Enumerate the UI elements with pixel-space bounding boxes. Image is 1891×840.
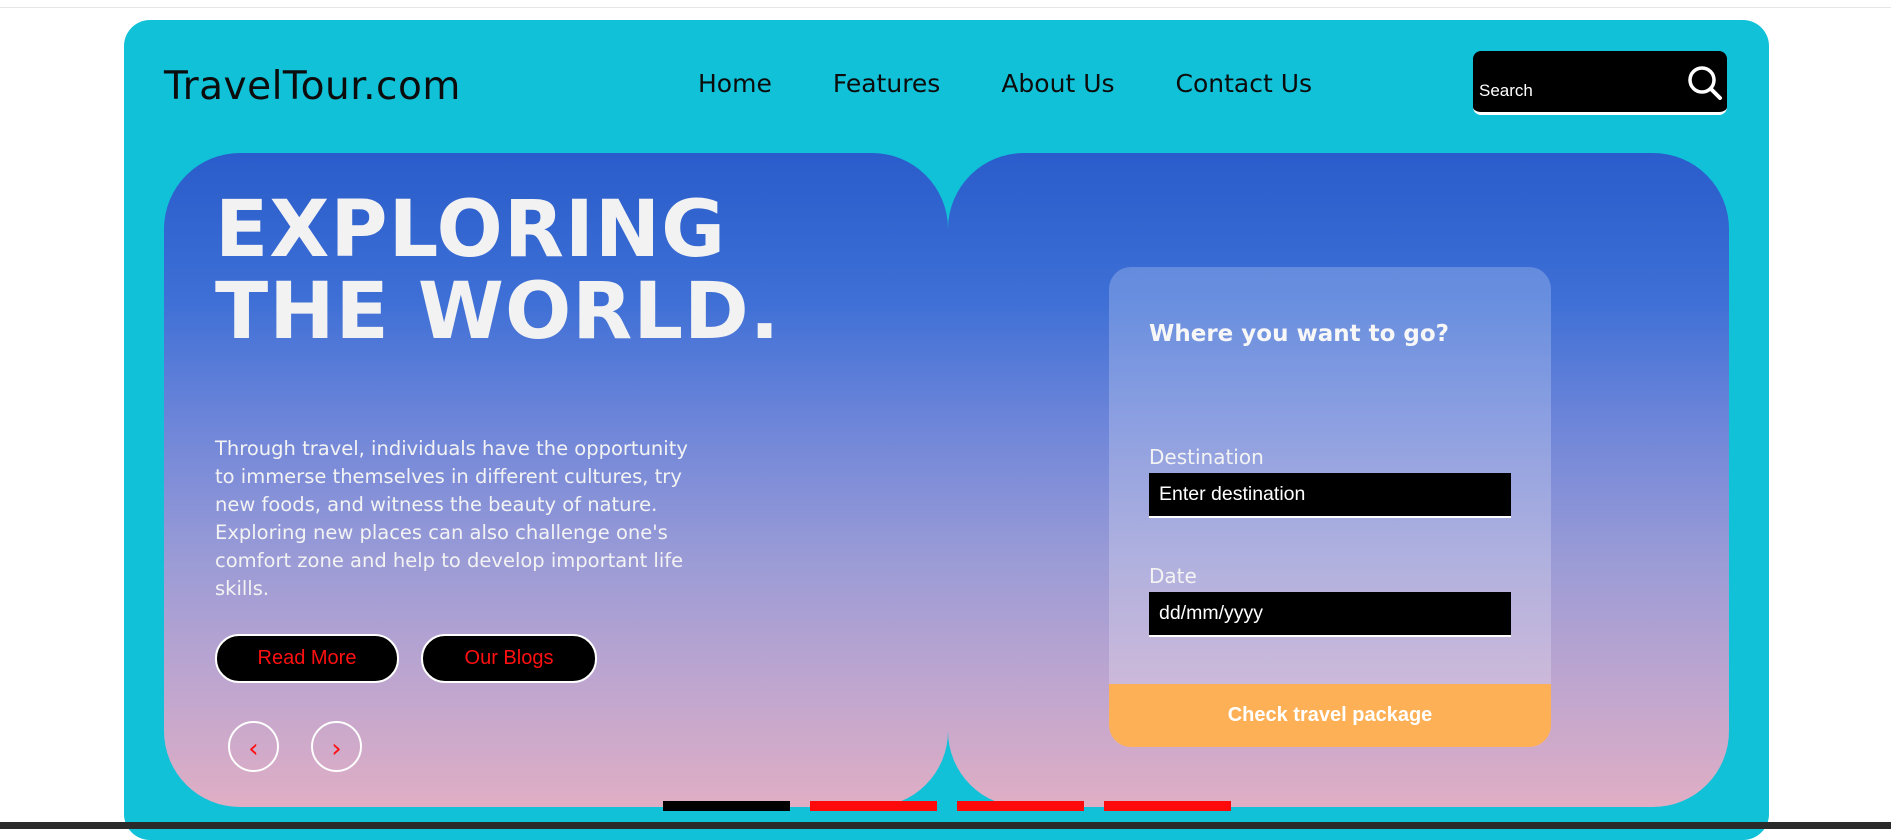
- search-box: [1473, 51, 1727, 115]
- hero-title-line-2: THE WORLD.: [215, 267, 781, 357]
- hero-title-line-1: EXPLORING: [215, 185, 727, 275]
- check-travel-package-button[interactable]: Check travel package: [1109, 684, 1551, 747]
- date-input[interactable]: [1149, 592, 1511, 637]
- destination-label: Destination: [1149, 445, 1264, 469]
- hero-panel: EXPLORING THE WORLD. Through travel, ind…: [164, 153, 948, 807]
- date-label: Date: [1149, 564, 1197, 588]
- hero-title: EXPLORING THE WORLD.: [215, 189, 780, 353]
- nav-features[interactable]: Features: [833, 69, 941, 98]
- carousel-dot[interactable]: [663, 801, 790, 811]
- next-slide-button[interactable]: ›: [311, 721, 362, 772]
- read-more-button[interactable]: Read More: [215, 634, 399, 683]
- hero-description: Through travel, individuals have the opp…: [215, 437, 688, 600]
- nav-contact-us[interactable]: Contact Us: [1176, 69, 1313, 98]
- our-blogs-button[interactable]: Our Blogs: [421, 634, 597, 683]
- carousel-dot[interactable]: [1104, 801, 1231, 811]
- carousel-dot[interactable]: [810, 801, 937, 811]
- search-icon[interactable]: [1687, 65, 1723, 101]
- booking-panel: Where you want to go? Destination Date C…: [948, 153, 1729, 807]
- prev-slide-button[interactable]: ‹: [228, 721, 279, 772]
- nav-about-us[interactable]: About Us: [1001, 69, 1114, 98]
- carousel-dot[interactable]: [957, 801, 1084, 811]
- nav-home[interactable]: Home: [698, 69, 772, 98]
- main-nav: Home Features About Us Contact Us: [698, 69, 1373, 98]
- destination-input[interactable]: [1149, 473, 1511, 518]
- top-divider: [0, 7, 1891, 8]
- bottom-bar: [0, 822, 1891, 829]
- site-logo[interactable]: TravelTour.com: [164, 64, 461, 109]
- booking-card: Where you want to go? Destination Date C…: [1109, 267, 1551, 747]
- booking-heading: Where you want to go?: [1149, 321, 1450, 347]
- site-container: TravelTour.com Home Features About Us Co…: [124, 20, 1769, 840]
- search-input[interactable]: [1477, 77, 1681, 105]
